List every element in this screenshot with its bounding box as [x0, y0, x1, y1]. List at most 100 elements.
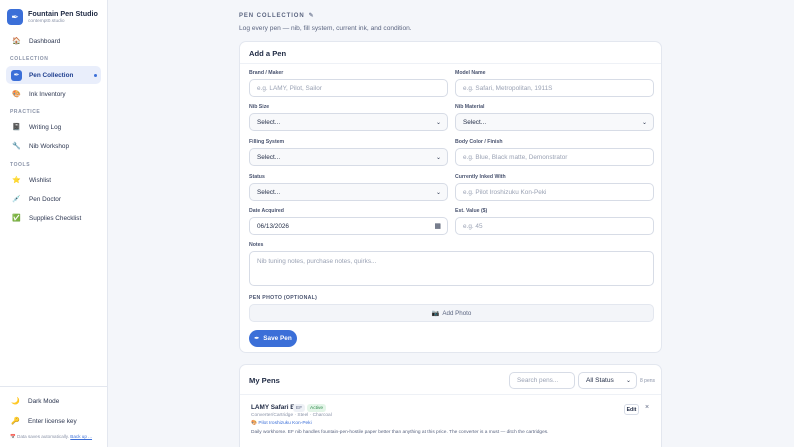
filling-value: Select...	[257, 153, 281, 161]
status-filter-value: All Status	[586, 377, 614, 384]
nib-material-select[interactable]: Select... ⌄	[455, 113, 654, 131]
sidebar-item-label: Dashboard	[29, 37, 61, 45]
sidebar-item-pen-doctor[interactable]: 💉 Pen Doctor	[6, 190, 101, 208]
save-pen-button[interactable]: ✒ Save Pen	[249, 330, 297, 347]
sidebar-item-label: Pen Doctor	[29, 195, 61, 203]
sidebar-item-ink-inventory[interactable]: 🎨 Ink Inventory	[6, 85, 101, 103]
checkbox-icon: ✅	[12, 215, 21, 222]
main-content: PEN COLLECTION ✎ Log every pen — nib, fi…	[108, 0, 794, 447]
page-description: Log every pen — nib, fill system, curren…	[239, 25, 412, 32]
date-value: 06/13/2026	[257, 222, 289, 230]
pen-name: LAMY Safari EF	[251, 404, 299, 411]
pen-ink: 🎨 Pilot Iroshizuku Kon-Peki	[251, 421, 312, 426]
home-icon: 🏠	[12, 38, 21, 45]
brand-label: Brand / Maker	[249, 70, 284, 76]
close-icon[interactable]: ×	[645, 404, 649, 411]
nib-material-value: Select...	[463, 118, 487, 126]
inked-input[interactable]: e.g. Pilot Iroshizuku Kon-Peki	[455, 183, 654, 201]
chevron-down-icon: ⌄	[435, 189, 441, 196]
filling-label: Filling System	[249, 139, 285, 145]
sidebar-footer: 🌙 Dark Mode 🔑 Enter license key 📅 Data s…	[0, 386, 108, 447]
camera-icon: 📷	[431, 310, 440, 317]
chevron-down-icon: ⌄	[641, 119, 647, 126]
date-label: Date Acquired	[249, 208, 284, 214]
sidebar: ✒ Fountain Pen Studio contempt0.studio 🏠…	[0, 0, 108, 447]
pen-nib-icon: ✒	[11, 69, 22, 81]
sidebar-item-dashboard[interactable]: 🏠 Dashboard	[6, 32, 101, 50]
nib-size-label: Nib Size	[249, 104, 270, 110]
calendar-icon[interactable]: ▦	[434, 222, 441, 230]
pen-notes: Daily workhorse. EF nib handles fountain…	[251, 430, 549, 435]
save-pen-label: Save Pen	[263, 335, 292, 342]
section-label-collection: COLLECTION	[10, 56, 49, 62]
body-color-label: Body Color / Finish	[455, 139, 503, 145]
pencil-icon: ✎	[308, 13, 315, 19]
model-input[interactable]: e.g. Safari, Metropolitan, 1911S	[455, 79, 654, 97]
search-input[interactable]: Search pens...	[509, 372, 575, 389]
value-input[interactable]: e.g. 45	[455, 217, 654, 235]
add-pen-card: Add a Pen Brand / Maker e.g. LAMY, Pilot…	[239, 41, 662, 353]
sidebar-item-supplies-checklist[interactable]: ✅ Supplies Checklist	[6, 209, 101, 227]
value-label: Est. Value ($)	[455, 208, 488, 214]
status-badge: Active	[307, 404, 327, 412]
date-input[interactable]: 06/13/2026 ▦	[249, 217, 448, 235]
dark-mode-label: Dark Mode	[28, 397, 60, 405]
app-subtitle: contempt0.studio	[28, 19, 65, 24]
sidebar-item-writing-log[interactable]: 📓 Writing Log	[6, 118, 101, 136]
section-label-practice: PRACTICE	[10, 109, 41, 115]
card-title: Add a Pen	[249, 49, 287, 58]
pen-meta: Converter/Cartridge · Steel · Charcoal	[251, 413, 332, 418]
section-label-tools: TOOLS	[10, 162, 31, 168]
sidebar-item-wishlist[interactable]: ⭐ Wishlist	[6, 171, 101, 189]
nib-material-label: Nib Material	[455, 104, 485, 110]
status-select[interactable]: Select... ⌄	[249, 183, 448, 201]
sidebar-item-label: Wishlist	[29, 176, 52, 184]
nib-badge: EF	[293, 404, 306, 412]
chevron-down-icon: ⌄	[435, 154, 441, 161]
notes-textarea[interactable]: Nib tuning notes, purchase notes, quirks…	[249, 251, 654, 286]
app-title: Fountain Pen Studio	[28, 9, 98, 18]
sidebar-item-pen-collection[interactable]: ✒ Pen Collection	[6, 66, 101, 84]
calendar-icon: 📅	[10, 434, 16, 439]
status-filter-select[interactable]: All Status ⌄	[578, 372, 637, 389]
body-color-input[interactable]: e.g. Blue, Black matte, Demonstrator	[455, 148, 654, 166]
pen-count: 8 pens	[640, 378, 656, 384]
pen-nib-icon: ✒	[7, 9, 23, 25]
sidebar-item-label: Supplies Checklist	[29, 214, 82, 222]
chevron-down-icon: ⌄	[625, 378, 631, 384]
sidebar-item-label: Nib Workshop	[29, 142, 70, 150]
active-indicator	[94, 74, 97, 77]
page-kicker-text: PEN COLLECTION	[239, 12, 305, 19]
backup-link[interactable]: Back up ...	[70, 434, 92, 439]
nib-size-select[interactable]: Select... ⌄	[249, 113, 448, 131]
divider	[240, 63, 661, 64]
sidebar-item-label: Ink Inventory	[29, 90, 66, 98]
chevron-down-icon: ⌄	[435, 119, 441, 126]
palette-icon: 🎨	[12, 91, 21, 98]
inked-label: Currently Inked With	[455, 174, 506, 180]
sidebar-item-nib-workshop[interactable]: 🔧 Nib Workshop	[6, 137, 101, 155]
model-label: Model Name	[455, 70, 486, 76]
star-icon: ⭐	[12, 177, 21, 184]
enter-license-button[interactable]: 🔑 Enter license key	[5, 412, 100, 430]
sidebar-item-label: Writing Log	[29, 123, 62, 131]
syringe-icon: 💉	[12, 196, 21, 203]
notebook-icon: 📓	[12, 124, 21, 131]
autosave-note: 📅 Data saves automatically. Back up ...	[10, 434, 92, 440]
key-icon: 🔑	[11, 418, 20, 425]
palette-icon: 🎨	[251, 421, 257, 426]
license-label: Enter license key	[28, 417, 77, 425]
card-title: My Pens	[249, 376, 280, 385]
status-value: Select...	[257, 188, 281, 196]
divider	[240, 394, 661, 395]
filling-select[interactable]: Select... ⌄	[249, 148, 448, 166]
pen-nib-icon: ✒	[254, 336, 260, 342]
add-photo-button[interactable]: 📷 Add Photo	[249, 304, 654, 322]
edit-button[interactable]: Edit	[624, 404, 639, 415]
notes-label: Notes	[249, 242, 264, 248]
brand-input[interactable]: e.g. LAMY, Pilot, Sailor	[249, 79, 448, 97]
dark-mode-toggle[interactable]: 🌙 Dark Mode	[5, 392, 100, 410]
brand[interactable]: ✒ Fountain Pen Studio contempt0.studio	[0, 0, 107, 34]
sidebar-item-label: Pen Collection	[29, 71, 74, 79]
add-photo-label: Add Photo	[442, 309, 472, 317]
